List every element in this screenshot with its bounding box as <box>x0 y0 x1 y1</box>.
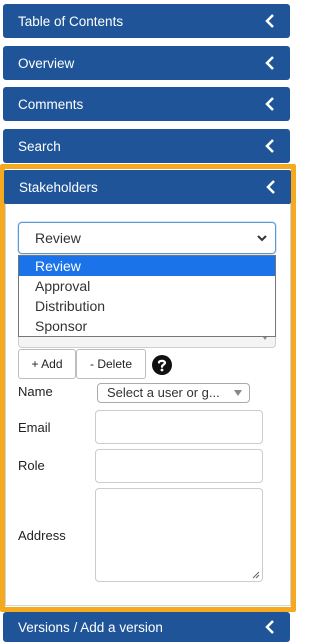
delete-button[interactable]: - Delete <box>76 349 146 379</box>
chevron-left-icon <box>265 139 274 153</box>
user-select-placeholder: Select a user or g... <box>107 385 220 400</box>
stakeholder-type-dropdown: Review Approval Distribution Sponsor <box>18 255 276 337</box>
email-label: Email <box>18 420 51 435</box>
panel-title: Stakeholders <box>19 179 98 195</box>
dropdown-option-distribution[interactable]: Distribution <box>19 296 275 316</box>
question-circle-icon[interactable] <box>152 355 172 375</box>
caret-down-icon <box>234 390 242 396</box>
panel-versions[interactable]: Versions / Add a version <box>3 612 290 642</box>
email-field[interactable] <box>95 410 263 444</box>
user-select[interactable]: Select a user or g... <box>97 383 250 403</box>
panel-overview[interactable]: Overview <box>3 46 290 80</box>
resize-grip-icon[interactable] <box>252 571 260 579</box>
name-label: Name <box>18 384 53 399</box>
dropdown-option-review[interactable]: Review <box>19 256 275 276</box>
panel-title: Comments <box>18 96 84 112</box>
panel-title: Versions / Add a version <box>18 619 163 635</box>
panel-title: Overview <box>18 55 75 71</box>
chevron-left-icon <box>265 14 274 28</box>
chevron-left-icon <box>266 180 275 194</box>
panel-title: Search <box>18 138 61 154</box>
dropdown-option-sponsor[interactable]: Sponsor <box>19 316 275 336</box>
chevron-left-icon <box>265 97 274 111</box>
stakeholder-type-select[interactable]: Review <box>18 222 276 254</box>
panel-search[interactable]: Search <box>3 129 290 163</box>
role-label: Role <box>18 458 45 473</box>
address-label: Address <box>18 528 66 543</box>
chevron-left-icon <box>265 620 274 634</box>
panel-comments[interactable]: Comments <box>3 87 290 121</box>
chevron-down-icon <box>257 235 267 242</box>
panel-table-of-contents[interactable]: Table of Contents <box>3 4 290 38</box>
chevron-left-icon <box>265 56 274 70</box>
role-field[interactable] <box>95 449 263 483</box>
selected-value: Review <box>35 230 81 246</box>
add-button[interactable]: + Add <box>18 349 76 379</box>
address-field[interactable] <box>95 488 263 582</box>
dropdown-option-approval[interactable]: Approval <box>19 276 275 296</box>
panel-stakeholders[interactable]: Stakeholders <box>4 170 291 204</box>
panel-title: Table of Contents <box>18 13 124 29</box>
